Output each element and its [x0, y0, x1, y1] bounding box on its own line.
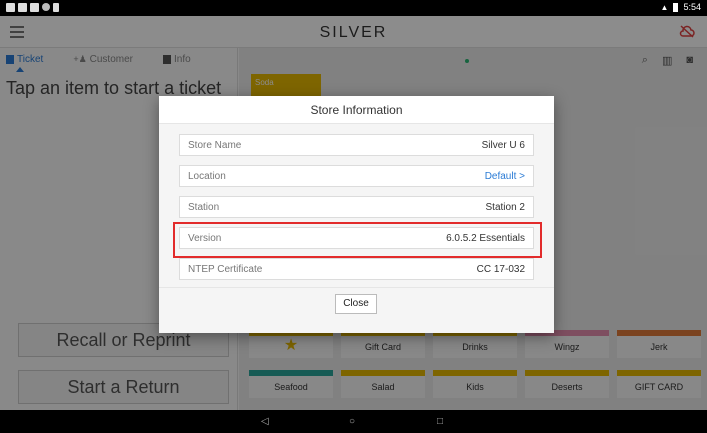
recents-icon[interactable]: □: [437, 416, 443, 427]
sd-card-icon: [53, 3, 59, 12]
system-nav-bar: ◁ ○ □: [0, 410, 707, 433]
store-information-dialog: Store Information Store Name Silver U 6 …: [159, 96, 554, 333]
home-icon[interactable]: ○: [349, 416, 355, 427]
dialog-body: Store Name Silver U 6 Location Default >…: [159, 124, 554, 287]
station-row: Station Station 2: [179, 196, 534, 218]
location-row[interactable]: Location Default >: [179, 165, 534, 187]
location-link[interactable]: Default >: [485, 171, 525, 182]
notification-icon: [30, 3, 39, 12]
dialog-title: Store Information: [159, 96, 554, 124]
notification-icons: [6, 3, 59, 12]
row-label: Store Name: [188, 139, 242, 151]
battery-icon: [673, 2, 679, 12]
row-value: CC 17-032: [476, 263, 525, 275]
status-right: ▲ 5:54: [661, 2, 701, 12]
row-label: Station: [188, 201, 220, 213]
dialog-footer: Close: [159, 287, 554, 333]
row-label: Location: [188, 170, 226, 182]
row-value: Station 2: [485, 201, 525, 213]
back-icon[interactable]: ◁: [261, 416, 269, 427]
notification-icon: [42, 3, 50, 11]
version-highlight-box: [173, 222, 542, 258]
row-value: Silver U 6: [481, 139, 525, 151]
notification-icon: [6, 3, 15, 12]
signal-icon: ▲: [660, 2, 669, 12]
clock: 5:54: [683, 2, 701, 12]
close-button[interactable]: Close: [335, 294, 377, 314]
ntep-certificate-row: NTEP Certificate CC 17-032: [179, 258, 534, 280]
notification-icon: [18, 3, 27, 12]
status-bar: ▲ 5:54: [0, 0, 707, 16]
row-label: NTEP Certificate: [188, 263, 263, 275]
store-name-row: Store Name Silver U 6: [179, 134, 534, 156]
